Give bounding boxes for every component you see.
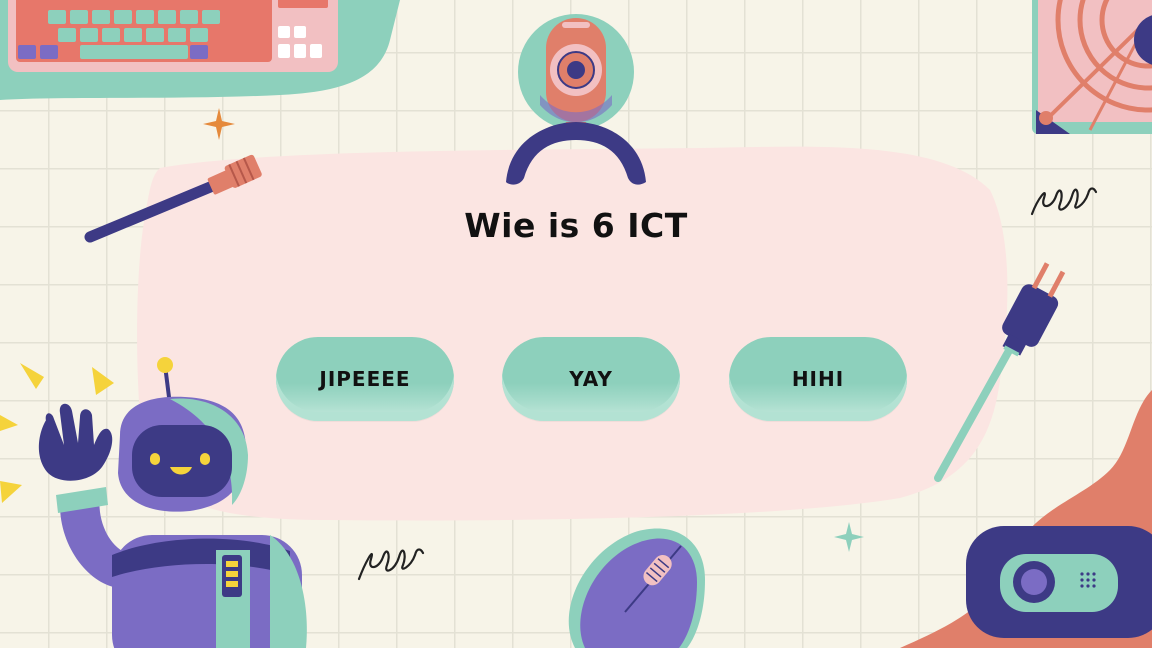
question-title: Wie is 6 ICT	[464, 206, 688, 245]
squiggle-icon	[1030, 187, 1098, 216]
answer-button-2[interactable]: YAY	[502, 337, 680, 421]
camera-icon	[900, 390, 1152, 648]
keyboard-icon	[0, 0, 400, 100]
sparkle-icon	[203, 108, 235, 140]
webcam-icon	[506, 14, 646, 185]
answer-button-3[interactable]: HIHI	[729, 337, 907, 421]
fan-icon	[1032, 0, 1152, 134]
sparkle-icon	[834, 522, 864, 552]
robot-icon	[38, 357, 307, 648]
mouse-icon	[568, 528, 705, 648]
squiggle-icon	[357, 548, 425, 581]
